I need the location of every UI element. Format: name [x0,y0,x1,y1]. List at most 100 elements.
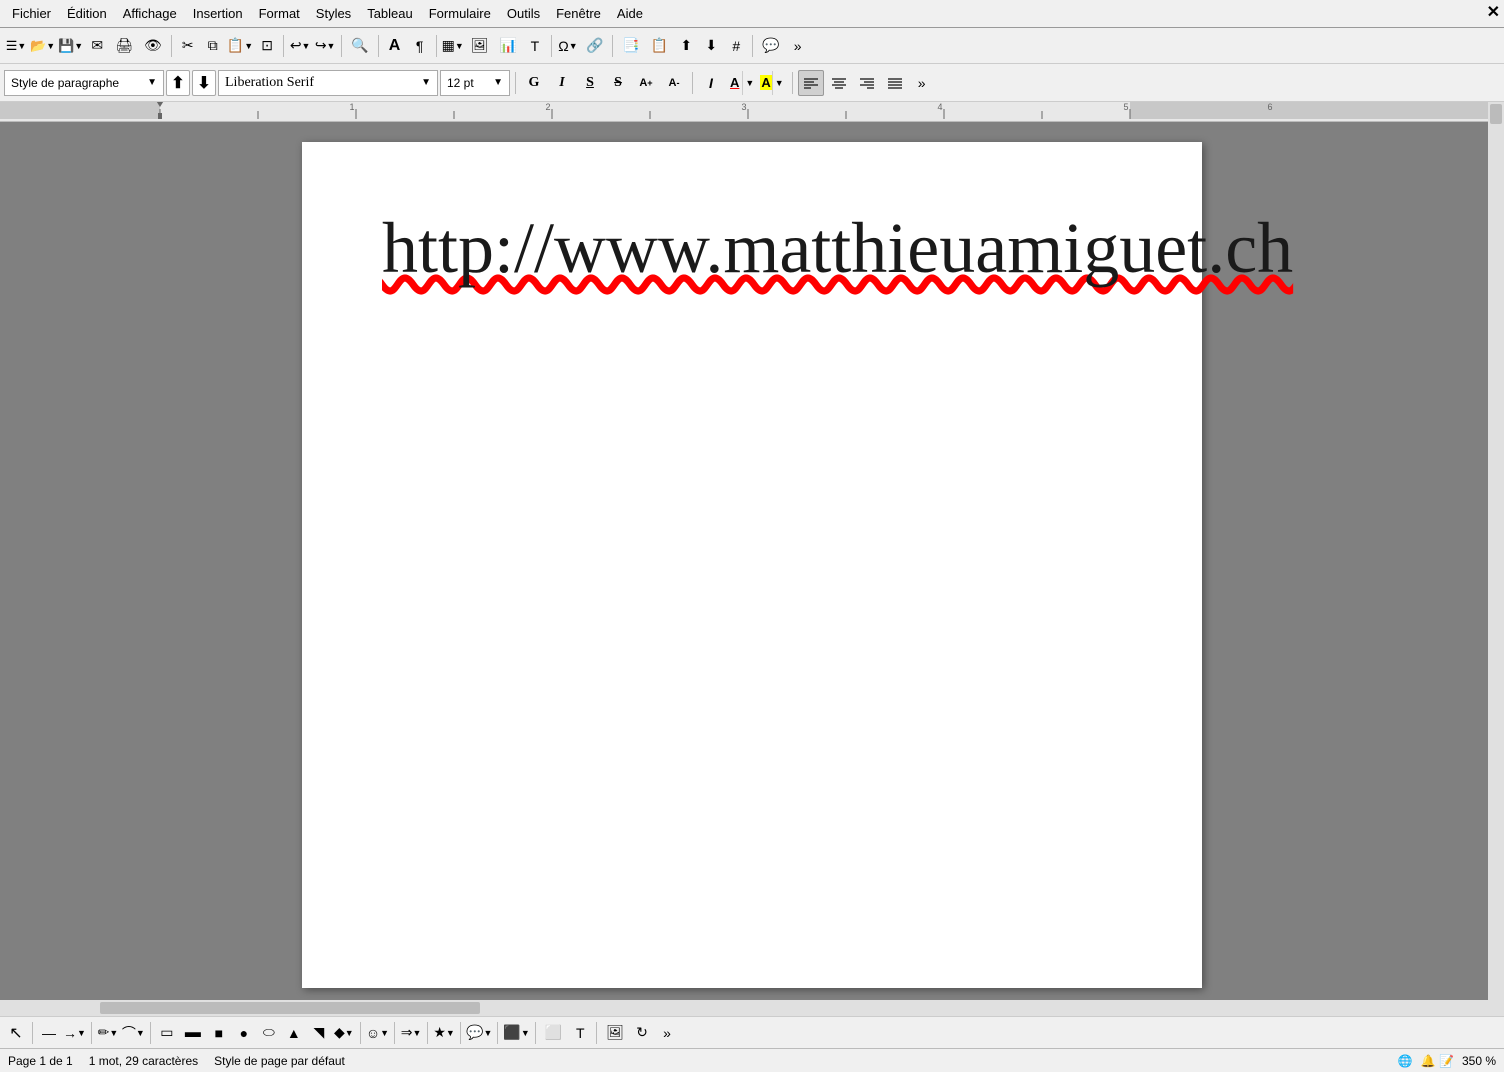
char-style-button[interactable]: I [698,70,724,96]
underline-button[interactable]: S [577,70,603,96]
align-left-button[interactable] [798,70,824,96]
font-name-dropdown[interactable]: Liberation Serif ▼ [218,70,438,96]
page-header-button[interactable]: ⬆ [674,33,698,59]
font-color-button[interactable]: A ▼ [726,70,757,96]
menu-styles[interactable]: Styles [308,3,359,24]
font-color-arrow[interactable]: ▼ [742,71,756,95]
subscript-button[interactable]: A- [661,70,687,96]
page-number-button[interactable]: # [724,33,748,59]
comment-button[interactable]: 💬 [757,33,784,59]
page-footer-button[interactable]: ⬇ [699,33,723,59]
font-size-dropdown[interactable]: 12 pt ▼ [440,70,510,96]
decrease-indent-button[interactable]: ⬇ [192,70,216,96]
standard-toolbar: ☰▼ 📂▼ 💾▼ ✉ 🖨 👁 ✂ ⧉ 📋▼ ⊡ ↩▼ ↪▼ 🔍 A ¶ ▦▼ 🖼… [0,28,1504,64]
cut-button[interactable]: ✂ [176,33,200,59]
text-anim-button[interactable]: T [568,1020,592,1046]
undo-button[interactable]: ↩▼ [288,33,312,59]
paragraph-marks-button[interactable]: ¶ [408,33,432,59]
increase-indent-button[interactable]: ⬆ [166,70,190,96]
menu-insertion[interactable]: Insertion [185,3,251,24]
fontwork-button[interactable]: A [383,33,407,59]
pencil-button[interactable]: ✏▼ [96,1020,120,1046]
preview-button[interactable]: 👁 [139,33,167,59]
triangle-button[interactable]: ▲ [282,1020,306,1046]
formatting-toolbar: Style de paragraphe ▼ ⬆ ⬇ Liberation Ser… [0,64,1504,102]
curve-button[interactable]: ⌒▼ [121,1020,146,1046]
circle-button[interactable]: ● [232,1020,256,1046]
highlight-color-button[interactable]: A ▼ [759,70,786,96]
copy-button[interactable]: ⧉ [201,33,225,59]
align-center-button[interactable] [826,70,852,96]
save-button[interactable]: 💾▼ [57,33,84,59]
rotate-button[interactable]: ↻ [630,1020,654,1046]
find-button[interactable]: 🔍 [346,33,373,59]
right-triangle-button[interactable]: ◥ [307,1020,331,1046]
paste-button[interactable]: 📋▼ [226,33,254,59]
justify-button[interactable] [882,70,908,96]
align-right-button[interactable] [854,70,880,96]
superscript-button[interactable]: A+ [633,70,659,96]
statusbar-right: 🌐 🔔 📝 350 % [1398,1054,1496,1068]
align-left-icon [803,76,819,90]
print-button[interactable]: 🖨 [110,33,138,59]
horizontal-scrollbar[interactable] [0,1000,1488,1016]
square-button[interactable]: ■ [207,1020,231,1046]
drawing-toolbar: ↖ — →▼ ✏▼ ⌒▼ ▭ ▬ ■ ● ⬭ ▲ ◥ ◆▼ ☺▼ ⇒▼ ★▼ 💬… [0,1016,1504,1048]
flowchart-button[interactable]: ⬛▼ [502,1020,530,1046]
star-button[interactable]: ★▼ [432,1020,456,1046]
url-text: http://www.matthieuamiguet.ch [382,208,1293,288]
menu-edition[interactable]: Édition [59,3,115,24]
callout-button[interactable]: 💬▼ [465,1020,493,1046]
table-button[interactable]: ▦▼ [441,33,465,59]
from-file-button[interactable]: 🖼 [601,1020,629,1046]
close-button[interactable]: ✕ [1487,2,1500,22]
document-page[interactable]: http://www.matthieuamiguet.ch [302,142,1202,988]
arrow-shapes-button[interactable]: ⇒▼ [399,1020,423,1046]
paragraph-style-arrow: ▼ [147,77,157,88]
open-button[interactable]: 📂▼ [29,33,56,59]
hscroll-thumb[interactable] [100,1002,480,1014]
italic-button[interactable]: I [549,70,575,96]
paragraph-style-dropdown[interactable]: Style de paragraphe ▼ [4,70,164,96]
menu-aide[interactable]: Aide [609,3,651,24]
fmt-sep-1 [515,72,516,94]
footnote-button[interactable]: 📑 [617,33,644,59]
frame-button[interactable]: ⬜ [540,1020,567,1046]
menu-format[interactable]: Format [251,3,308,24]
menu-fichier[interactable]: Fichier [4,3,59,24]
hyperlink-button[interactable]: 🔗 [581,33,608,59]
endnote-button[interactable]: 📋 [646,33,673,59]
smiley-button[interactable]: ☺▼ [365,1020,390,1046]
strikethrough-button[interactable]: S [605,70,631,96]
diamond-button[interactable]: ◆▼ [332,1020,356,1046]
menu-affichage[interactable]: Affichage [115,3,185,24]
menu-outils[interactable]: Outils [499,3,548,24]
draw-sep-6 [427,1022,428,1044]
select-button[interactable]: ↖ [4,1020,28,1046]
image-button[interactable]: 🖼 [466,33,494,59]
ellipse-button[interactable]: ⬭ [257,1020,281,1046]
rect-button[interactable]: ▭ [155,1020,179,1046]
more-draw-button[interactable]: » [655,1020,679,1046]
redo-button[interactable]: ↪▼ [313,33,337,59]
rounded-rect-button[interactable]: ▬ [180,1020,206,1046]
line-button[interactable]: — [37,1020,61,1046]
email-button[interactable]: ✉ [85,33,109,59]
more-format-button[interactable]: » [910,70,934,96]
chart-button[interactable]: 📊 [495,33,522,59]
bold-button[interactable]: G [521,70,547,96]
textbox-button[interactable]: T [523,33,547,59]
special-char-button[interactable]: Ω▼ [556,33,580,59]
menu-tableau[interactable]: Tableau [359,3,421,24]
menu-fenetre[interactable]: Fenêtre [548,3,609,24]
clone-button[interactable]: ⊡ [255,33,279,59]
vscroll-thumb[interactable] [1490,104,1502,124]
vertical-scrollbar[interactable] [1488,102,1504,1016]
more-button[interactable]: » [786,33,810,59]
draw-sep-2 [91,1022,92,1044]
line-arrow-button[interactable]: →▼ [62,1020,87,1046]
new-button[interactable]: ☰▼ [4,33,28,59]
menu-formulaire[interactable]: Formulaire [421,3,499,24]
svg-text:4: 4 [937,102,942,112]
highlight-arrow[interactable]: ▼ [772,71,786,95]
